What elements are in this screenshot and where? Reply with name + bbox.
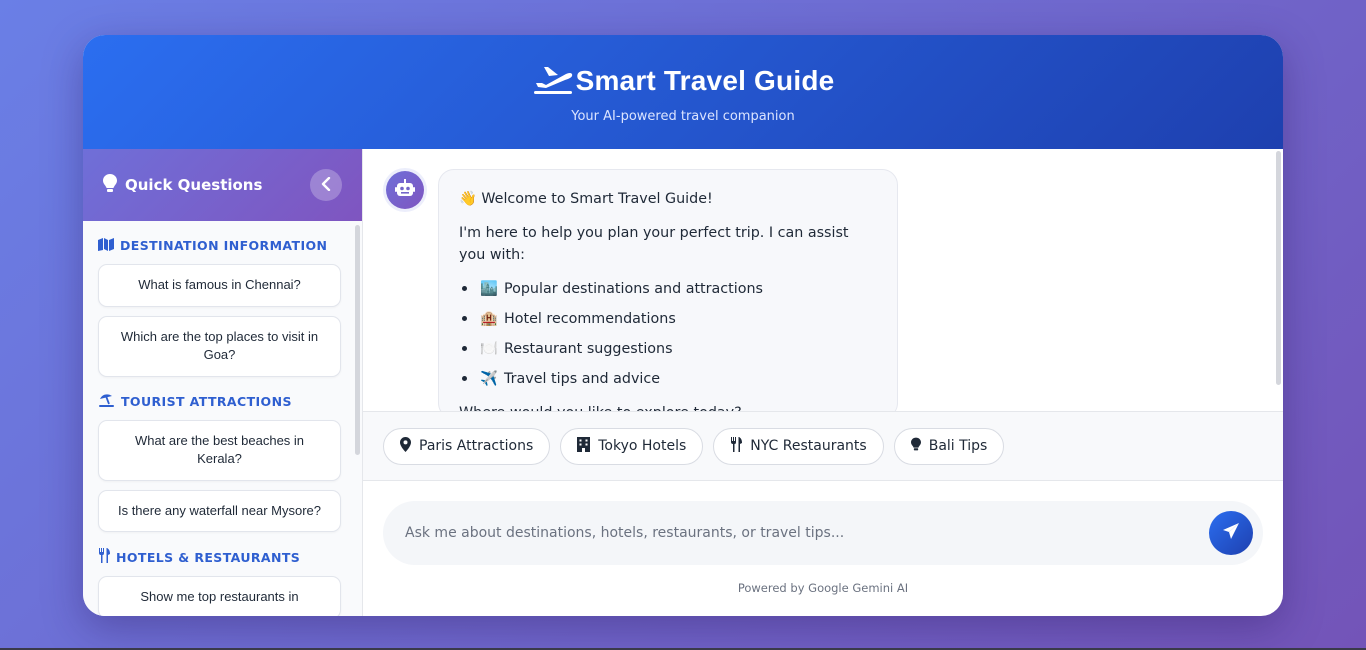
chip-label: NYC Restaurants [750, 438, 867, 454]
capability-list: 🏙️ Popular destinations and attractions 🏨… [459, 278, 877, 390]
sidebar-question-list: DESTINATION INFORMATION What is famous i… [83, 221, 362, 616]
list-item: 🏨 Hotel recommendations [459, 308, 877, 330]
sidebar-title: Quick Questions [125, 176, 263, 194]
question-button[interactable]: What is famous in Chennai? [98, 264, 341, 307]
chat-messages: 👋 Welcome to Smart Travel Guide! I'm her… [363, 149, 1283, 411]
welcome-text: 👋 Welcome to Smart Travel Guide! [459, 191, 713, 207]
page-subtitle: Your AI-powered travel companion [571, 109, 795, 124]
quick-action-bali-tips[interactable]: Bali Tips [893, 427, 1005, 465]
sidebar-header: Quick Questions [83, 149, 362, 221]
category-label: HOTELS & RESTAURANTS [116, 549, 301, 565]
lightbulb-icon [103, 174, 117, 196]
intro-text: I'm here to help you plan your perfect t… [459, 225, 849, 263]
question-button[interactable]: Show me top restaurants in [98, 576, 341, 616]
plate-emoji-icon: 🍽️ [480, 341, 498, 357]
page-title: Smart Travel Guide [575, 65, 835, 96]
hotel-emoji-icon: 🏨 [480, 311, 498, 327]
title-row: Smart Travel Guide [83, 35, 1283, 103]
closing-text: Where would you like to explore today? [459, 402, 877, 411]
sidebar-collapse-button[interactable] [310, 169, 342, 201]
app-body: Quick Questions DESTINATION INFORMATION … [83, 149, 1283, 616]
city-emoji-icon: 🏙️ [480, 281, 498, 297]
category-destination-information: DESTINATION INFORMATION [98, 237, 342, 254]
powered-by-text: Powered by Google Gemini AI [737, 581, 909, 595]
sidebar: Quick Questions DESTINATION INFORMATION … [83, 149, 363, 616]
building-icon [577, 436, 591, 456]
quick-action-tokyo-hotels[interactable]: Tokyo Hotels [560, 427, 704, 465]
utensils-icon [98, 548, 110, 566]
chip-label: Paris Attractions [419, 438, 534, 454]
list-item: ✈️ Travel tips and advice [459, 368, 877, 390]
plane-departure-icon [532, 62, 576, 100]
header: Smart Travel Guide Your AI-powered trave… [83, 35, 1283, 149]
umbrella-beach-icon [98, 393, 115, 410]
category-tourist-attractions: TOURIST ATTRACTIONS [98, 393, 342, 410]
chat-scrollbar[interactable] [1276, 151, 1281, 385]
utensils-icon [730, 436, 743, 456]
list-item-text: Hotel recommendations [504, 311, 676, 327]
paper-plane-icon [1222, 522, 1240, 544]
list-item: 🏙️ Popular destinations and attractions [459, 278, 877, 300]
message-input-wrapper [383, 501, 1263, 565]
chip-label: Bali Tips [928, 438, 988, 454]
list-item-text: Travel tips and advice [504, 371, 661, 387]
chat-panel: 👋 Welcome to Smart Travel Guide! I'm her… [363, 149, 1283, 616]
question-button[interactable]: Is there any waterfall near Mysore? [98, 489, 341, 532]
sidebar-title-group: Quick Questions [103, 174, 262, 196]
map-pin-icon [400, 436, 411, 456]
input-area: Powered by Google Gemini AI [363, 481, 1283, 616]
map-icon [98, 237, 114, 254]
question-button[interactable]: What are the best beaches in Kerala? [98, 419, 341, 481]
message-input[interactable] [405, 525, 1209, 541]
bot-avatar [386, 171, 424, 209]
airplane-emoji-icon: ✈️ [480, 371, 498, 387]
category-label: DESTINATION INFORMATION [120, 238, 328, 253]
chip-label: Tokyo Hotels [598, 438, 687, 454]
robot-icon [395, 179, 415, 201]
quick-action-nyc-restaurants[interactable]: NYC Restaurants [713, 427, 884, 465]
category-label: TOURIST ATTRACTIONS [121, 393, 292, 409]
list-item-text: Restaurant suggestions [504, 341, 673, 357]
list-item-text: Popular destinations and attractions [504, 281, 763, 297]
category-hotels-restaurants: HOTELS & RESTAURANTS [98, 548, 342, 566]
send-button[interactable] [1209, 511, 1253, 555]
list-item: 🍽️ Restaurant suggestions [459, 338, 877, 360]
quick-action-paris-attractions[interactable]: Paris Attractions [383, 427, 551, 465]
chevron-left-icon [320, 176, 332, 195]
bot-message: 👋 Welcome to Smart Travel Guide! I'm her… [438, 169, 898, 411]
lightbulb-icon [910, 437, 921, 455]
app-window: Smart Travel Guide Your AI-powered trave… [83, 35, 1283, 616]
question-button[interactable]: Which are the top places to visit in Goa… [98, 315, 341, 377]
quick-actions-bar: Paris Attractions Tokyo Hotels NYC Resta… [363, 411, 1283, 481]
